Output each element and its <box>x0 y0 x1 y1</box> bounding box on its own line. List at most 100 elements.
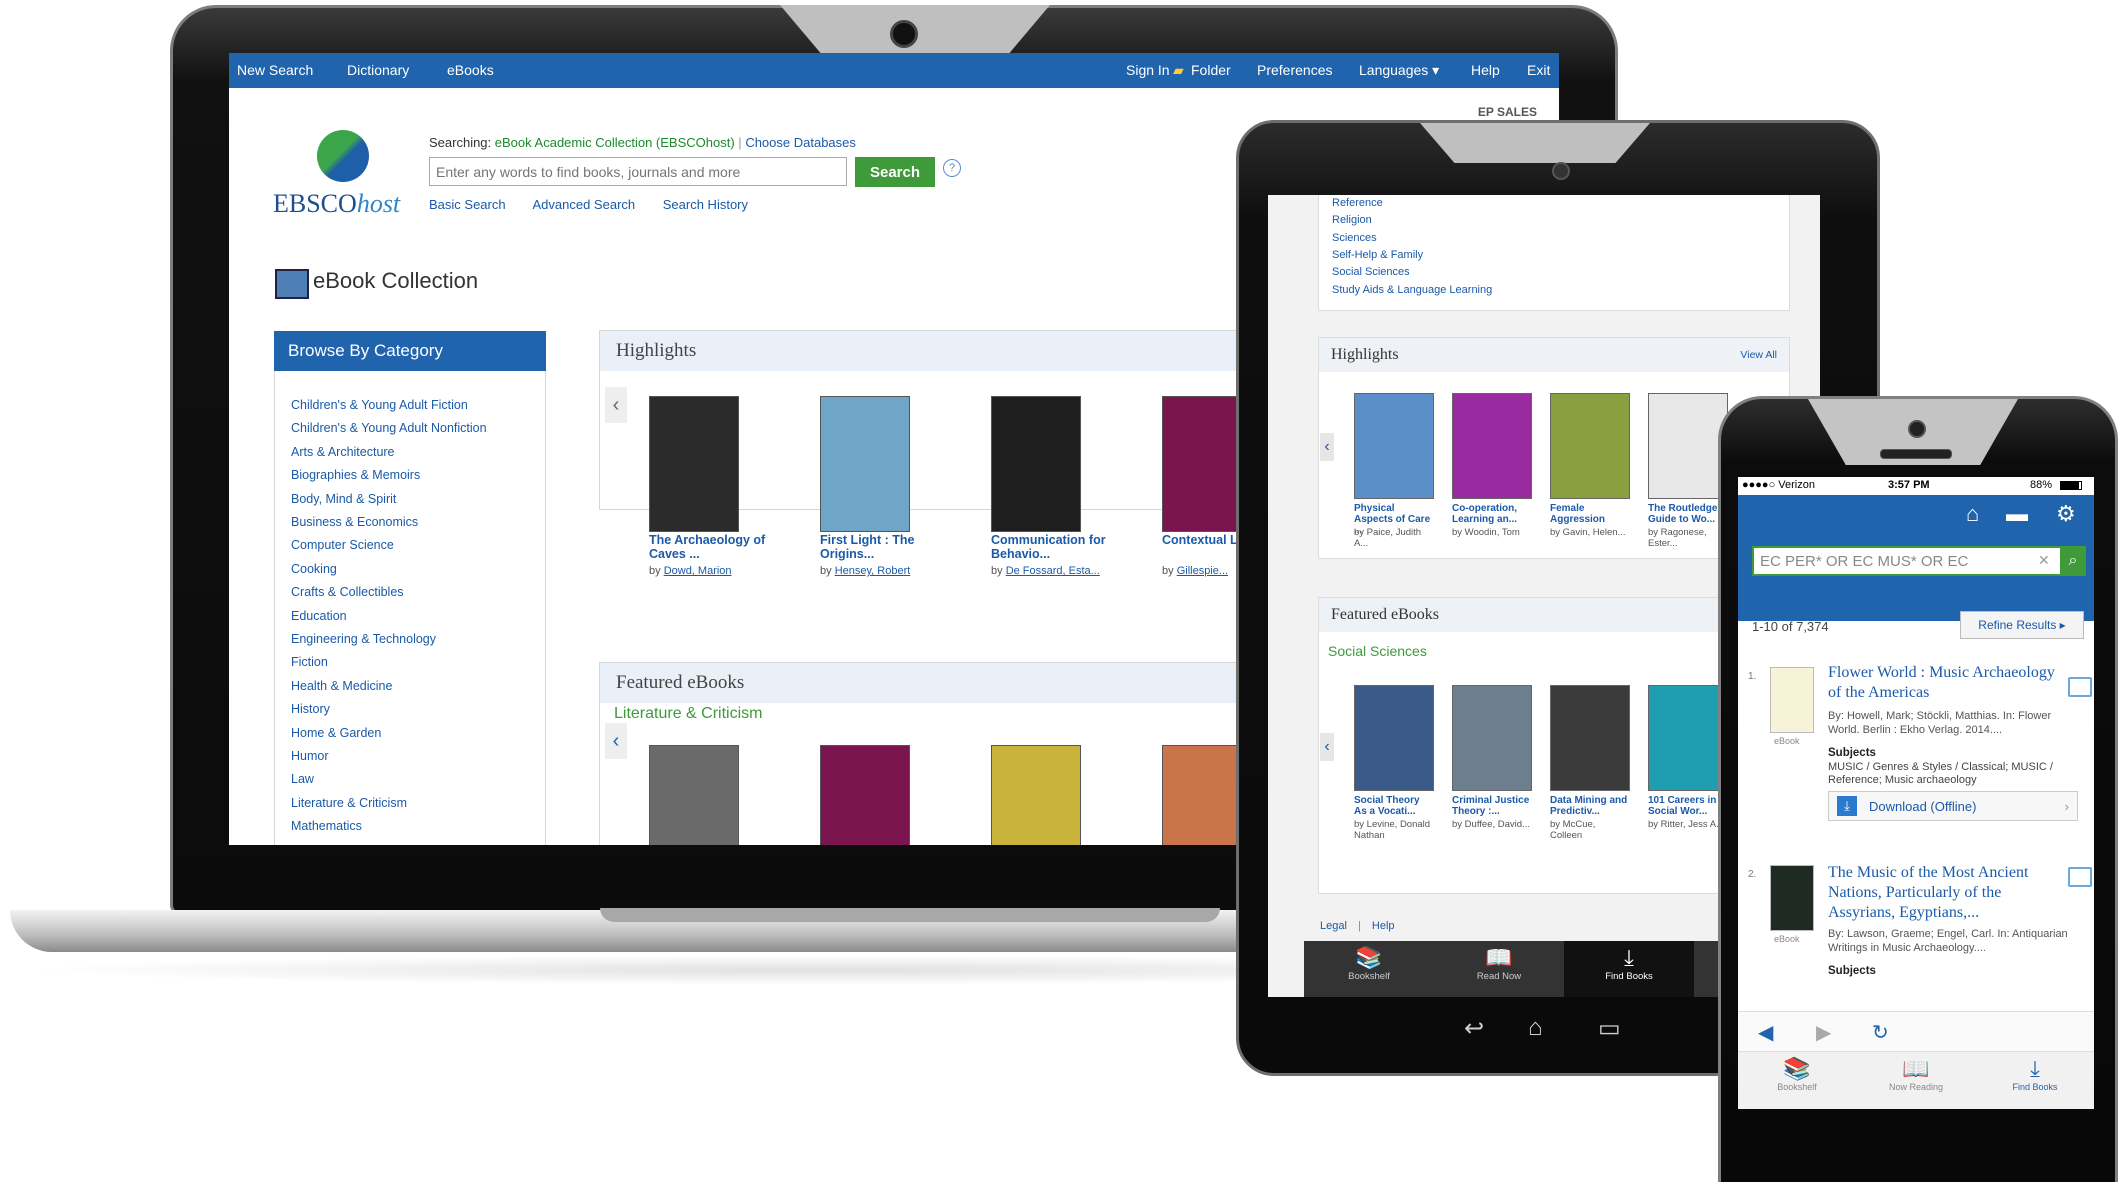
tab-now-reading[interactable]: 📖 Now Reading <box>1857 1052 1975 1092</box>
nav-help[interactable]: Help <box>1471 62 1500 78</box>
category-link[interactable]: Engineering & Technology <box>291 632 436 646</box>
nav-sign-in[interactable]: Sign In <box>1126 62 1170 78</box>
tablet-featured-subheading[interactable]: Social Sciences <box>1328 643 1427 659</box>
result-title[interactable]: Flower World : Music Archaeology of the … <box>1828 663 2068 703</box>
category-link[interactable]: Body, Mind & Spirit <box>291 492 396 506</box>
category-link[interactable]: Mathematics <box>291 819 362 833</box>
category-link[interactable]: Law <box>291 772 314 786</box>
book-cover[interactable] <box>1550 393 1630 499</box>
nav-ebooks[interactable]: eBooks <box>447 62 494 78</box>
refine-results-button[interactable]: Refine Results ▸ <box>1960 611 2084 639</box>
category-link[interactable]: Children's & Young Adult Fiction <box>291 398 468 412</box>
add-to-folder-icon[interactable] <box>2068 677 2092 697</box>
highlights-prev-button[interactable]: ‹ <box>605 387 627 423</box>
book-cover[interactable] <box>991 745 1081 845</box>
book-cover[interactable] <box>1550 685 1630 791</box>
advanced-search-link[interactable]: Advanced Search <box>533 197 636 212</box>
book-cover[interactable] <box>1354 685 1434 791</box>
tab-find-books[interactable]: ⤓ Find Books <box>1976 1052 2094 1092</box>
nav-folder[interactable]: Folder <box>1191 62 1231 78</box>
author-link[interactable]: Gillespie... <box>1177 565 1228 577</box>
book-title-link[interactable]: Co-operation, Learning an... <box>1452 503 1532 525</box>
book-title-link[interactable]: The Archaeology of Caves ... <box>649 533 779 561</box>
book-title-link[interactable]: Communication for Behavio... <box>991 533 1121 561</box>
book-title-link[interactable]: Data Mining and Predictiv... <box>1550 795 1630 817</box>
book-title-link[interactable]: Social Theory As a Vocati... <box>1354 795 1434 817</box>
refresh-icon[interactable]: ↻ <box>1872 1020 1889 1045</box>
nav-exit[interactable]: Exit <box>1527 62 1550 78</box>
book-title-link[interactable]: Criminal Justice Theory :... <box>1452 795 1532 817</box>
phone-search-input[interactable] <box>1752 546 2062 576</box>
book-cover[interactable] <box>1452 685 1532 791</box>
category-link[interactable]: Fiction <box>291 655 328 669</box>
nav-new-search[interactable]: New Search <box>237 62 313 78</box>
author-link[interactable]: De Fossard, Esta... <box>1006 565 1100 577</box>
tablet-help-link[interactable]: Help <box>1372 920 1395 932</box>
basic-search-link[interactable]: Basic Search <box>429 197 506 212</box>
category-link[interactable]: Social Sciences <box>1332 266 1410 278</box>
book-title-link[interactable]: First Light : The Origins... <box>820 533 950 561</box>
book-title-link[interactable]: Female Aggression <box>1550 503 1630 525</box>
category-link[interactable]: Business & Economics <box>291 515 418 529</box>
search-input[interactable] <box>429 157 847 186</box>
choose-databases-link[interactable]: Choose Databases <box>745 135 856 150</box>
category-link[interactable]: Humor <box>291 749 329 763</box>
tab-find-books[interactable]: ⤓ Find Books <box>1564 941 1694 997</box>
category-link[interactable]: Study Aids & Language Learning <box>1332 284 1492 296</box>
book-title-link[interactable]: 101 Careers in Social Wor... <box>1648 795 1728 817</box>
book-cover[interactable] <box>1452 393 1532 499</box>
add-to-folder-icon[interactable] <box>2068 867 2092 887</box>
tablet-highlights-prev[interactable]: ‹ <box>1320 433 1334 461</box>
book-cover[interactable] <box>991 396 1081 532</box>
category-link[interactable]: Cooking <box>291 562 337 576</box>
book-cover[interactable] <box>649 745 739 845</box>
featured-prev-button[interactable]: ‹ <box>605 723 627 759</box>
tab-read-now[interactable]: 📖 Read Now <box>1434 941 1564 997</box>
phone-search-button[interactable]: ⌕ <box>2060 546 2086 576</box>
tab-bookshelf[interactable]: 📚 Bookshelf <box>1304 941 1434 997</box>
category-link[interactable]: Home & Garden <box>291 726 381 740</box>
book-cover[interactable] <box>649 396 739 532</box>
nav-preferences[interactable]: Preferences <box>1257 62 1332 78</box>
book-cover[interactable] <box>820 396 910 532</box>
folder-icon[interactable]: ▬ <box>2006 501 2028 527</box>
legal-link[interactable]: Legal <box>1320 920 1347 932</box>
category-link[interactable]: Biographies & Memoirs <box>291 468 420 482</box>
nav-languages[interactable]: Languages ▾ <box>1359 62 1439 79</box>
category-link[interactable]: Reference <box>1332 197 1383 209</box>
result-thumbnail[interactable] <box>1770 865 1814 931</box>
category-link[interactable]: Crafts & Collectibles <box>291 585 404 599</box>
tablet-featured-prev[interactable]: ‹ <box>1320 733 1334 761</box>
android-back-icon[interactable]: ↩ <box>1464 1014 1484 1043</box>
book-cover[interactable] <box>1354 393 1434 499</box>
author-link[interactable]: Dowd, Marion <box>664 565 732 577</box>
result-thumbnail[interactable] <box>1770 667 1814 733</box>
author-link[interactable]: Hensey, Robert <box>835 565 911 577</box>
book-cover[interactable] <box>820 745 910 845</box>
nav-dictionary[interactable]: Dictionary <box>347 62 409 78</box>
category-link[interactable]: Religion <box>1332 214 1372 226</box>
category-link[interactable]: Education <box>291 609 347 623</box>
android-recents-icon[interactable]: ▭ <box>1598 1014 1621 1043</box>
category-link[interactable]: Computer Science <box>291 538 394 552</box>
help-icon[interactable]: ? <box>943 159 961 177</box>
android-home-icon[interactable]: ⌂ <box>1528 1014 1543 1042</box>
gear-icon[interactable]: ⚙ <box>2056 501 2076 527</box>
view-all-link[interactable]: View All <box>1740 338 1777 372</box>
book-cover[interactable] <box>1648 393 1728 499</box>
featured-subheading[interactable]: Literature & Criticism <box>614 705 762 723</box>
category-link[interactable]: Children's & Young Adult Nonfiction <box>291 421 487 435</box>
category-link[interactable]: History <box>291 702 330 716</box>
download-offline-button[interactable]: ⤓ Download (Offline) › <box>1828 791 2078 821</box>
tab-bookshelf[interactable]: 📚 Bookshelf <box>1738 1052 1856 1092</box>
back-icon[interactable]: ◀ <box>1758 1020 1773 1045</box>
category-link[interactable]: Sciences <box>1332 232 1377 244</box>
result-title[interactable]: The Music of the Most Ancient Nations, P… <box>1828 863 2068 923</box>
search-history-link[interactable]: Search History <box>663 197 748 212</box>
category-link[interactable]: Arts & Architecture <box>291 445 395 459</box>
ebsco-logo[interactable]: EBSCOhost <box>273 189 400 219</box>
home-icon[interactable]: ⌂ <box>1966 501 1979 527</box>
book-title-link[interactable]: The Routledge Guide to Wo... <box>1648 503 1728 525</box>
category-link[interactable]: Health & Medicine <box>291 679 392 693</box>
clear-search-icon[interactable]: ✕ <box>2038 552 2050 569</box>
